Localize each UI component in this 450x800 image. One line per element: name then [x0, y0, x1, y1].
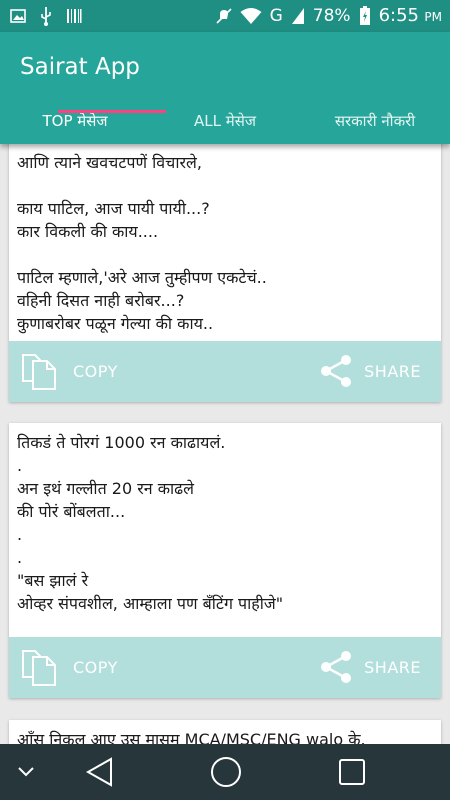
copy-icon: [22, 650, 56, 686]
status-left: [10, 6, 82, 26]
card-actions: COPY SHARE: [9, 341, 441, 402]
mute-icon: [216, 7, 232, 24]
copy-label: COPY: [73, 361, 118, 381]
tab-indicator: [58, 110, 166, 113]
chevron-down-icon: [18, 767, 34, 777]
recents-icon: [339, 759, 365, 785]
message-text: आँस निकल आए उस मासम MCA/MSC/ENG walo के.: [17, 730, 366, 744]
message-text: तिकडं ते पोरगं 1000 रन काढायलं. . अन इथं…: [17, 433, 284, 613]
network-type: G: [269, 5, 283, 26]
home-button[interactable]: [204, 744, 248, 800]
navigation-bar: [0, 744, 450, 800]
back-button[interactable]: [78, 744, 122, 800]
app-bar: Sairat App TOP मेसेज ALL मेसेज सरकारी नौ…: [0, 32, 450, 144]
share-icon: [321, 651, 352, 683]
image-icon: [10, 9, 26, 23]
wifi-icon: [240, 7, 262, 24]
copy-icon: [22, 354, 56, 390]
share-label: SHARE: [364, 361, 421, 381]
share-label: SHARE: [364, 657, 421, 677]
share-button[interactable]: SHARE: [320, 354, 421, 388]
message-card: आणि त्याने खवचटपणें विचारले, काय पाटिल, …: [9, 144, 441, 402]
battery-icon: [359, 5, 370, 25]
tab-government-jobs[interactable]: सरकारी नौकरी: [300, 110, 450, 144]
barcode-icon: [67, 9, 82, 23]
message-list[interactable]: आणि त्याने खवचटपणें विचारले, काय पाटिल, …: [0, 144, 450, 744]
message-card: तिकडं ते पोरगं 1000 रन काढायलं. . अन इथं…: [9, 423, 441, 698]
copy-button[interactable]: COPY: [21, 351, 118, 391]
back-icon: [86, 757, 112, 787]
recents-button[interactable]: [330, 744, 374, 800]
clock: 6:55 PM: [378, 5, 442, 26]
status-right: G 78% 6:55 PM: [216, 5, 442, 26]
tab-bar: TOP मेसेज ALL मेसेज सरकारी नौकरी: [0, 110, 450, 144]
tab-top-messages[interactable]: TOP मेसेज: [0, 110, 150, 144]
message-card: आँस निकल आए उस मासम MCA/MSC/ENG walo के.: [9, 720, 441, 744]
copy-label: COPY: [73, 657, 118, 677]
battery-percent: 78%: [312, 5, 351, 26]
share-icon: [321, 355, 352, 387]
app-title: Sairat App: [20, 54, 140, 80]
share-button[interactable]: SHARE: [320, 650, 421, 684]
signal-icon: [291, 7, 304, 24]
message-text: आणि त्याने खवचटपणें विचारले, काय पाटिल, …: [17, 153, 267, 333]
usb-icon: [41, 7, 51, 26]
home-icon: [211, 757, 241, 787]
card-actions: COPY SHARE: [9, 637, 441, 698]
copy-button[interactable]: COPY: [21, 647, 118, 687]
status-bar: G 78% 6:55 PM: [0, 0, 450, 32]
message-text-clip: आणि त्याने खवचटपणें विचारले, काय पाटिल, …: [9, 144, 441, 341]
hide-nav-button[interactable]: [6, 744, 46, 800]
tab-all-messages[interactable]: ALL मेसेज: [150, 110, 300, 144]
